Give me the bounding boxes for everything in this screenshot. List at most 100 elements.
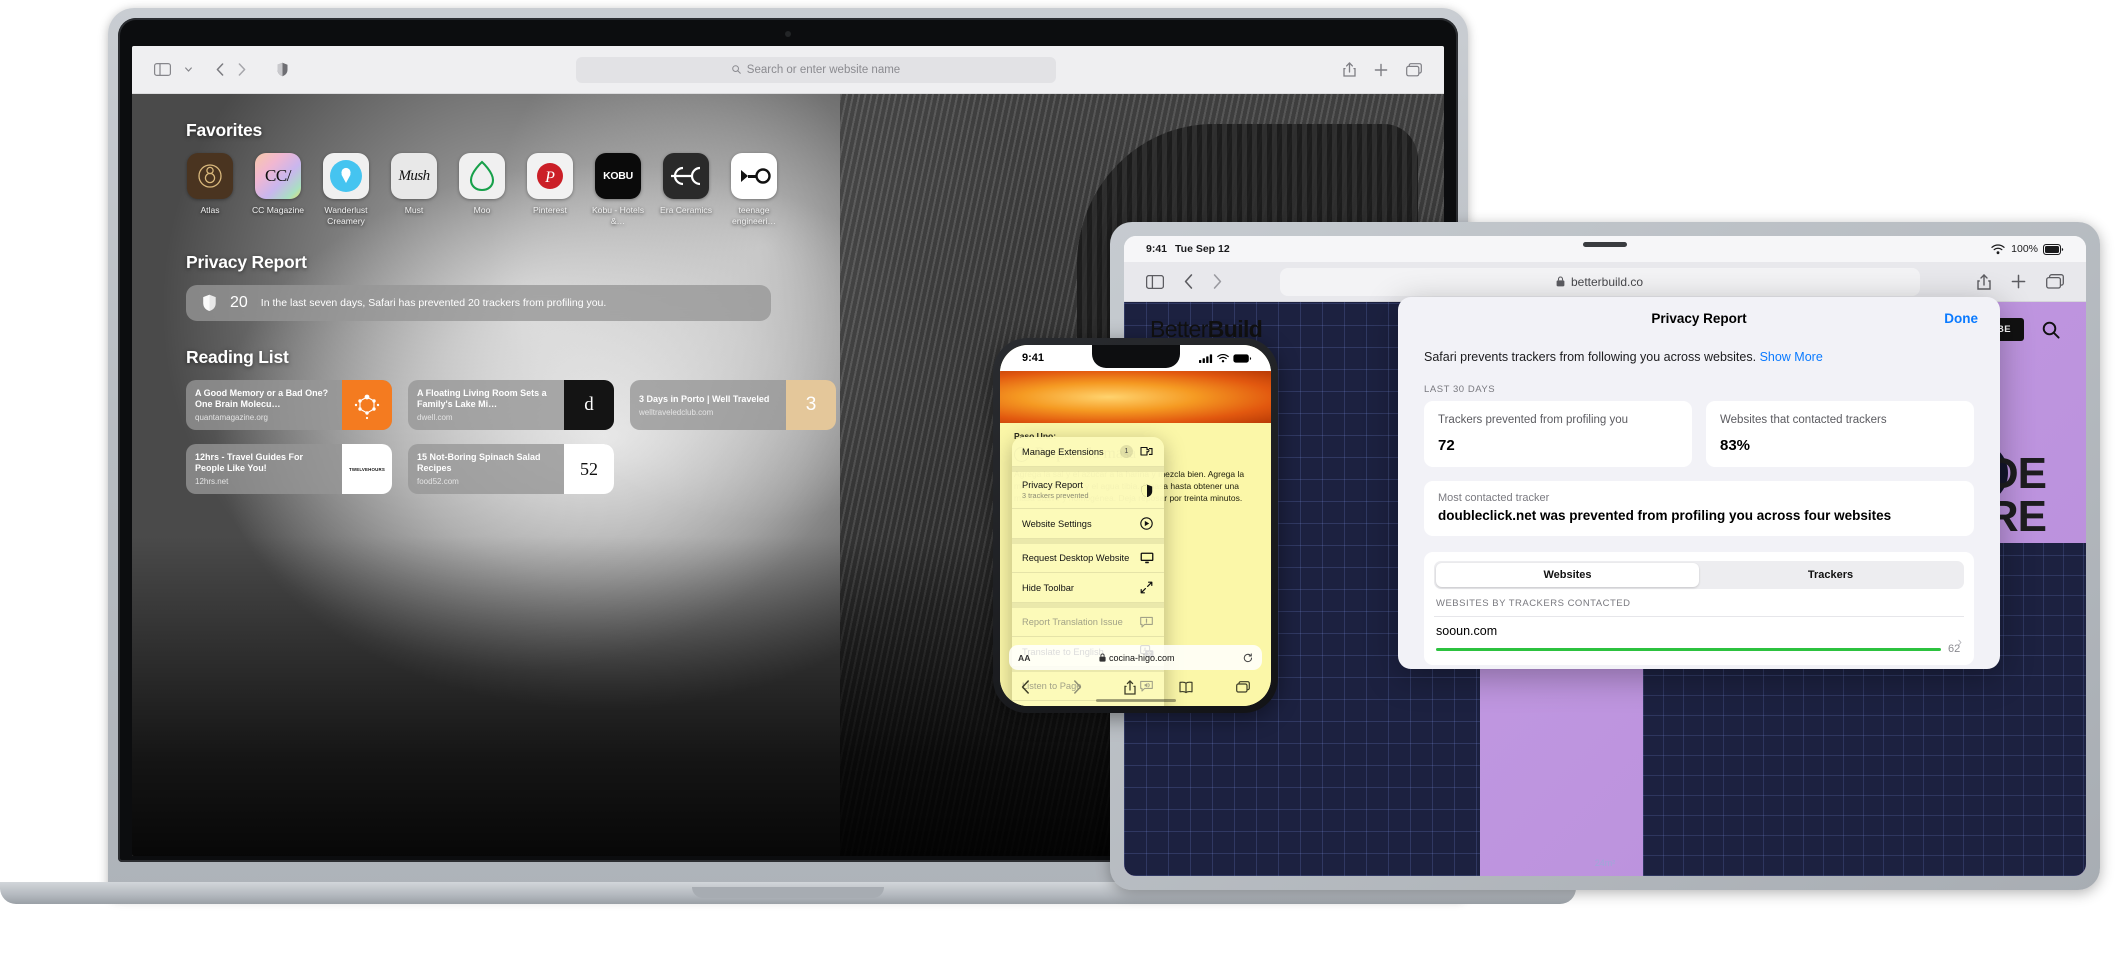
segment-trackers[interactable]: Trackers [1699, 563, 1962, 587]
reading-list-title: 3 Days in Porto | Well Traveled [639, 393, 770, 404]
plus-icon[interactable] [1374, 63, 1388, 77]
kobu-logo-icon: KOBU [595, 153, 641, 199]
ipad-status-bar: 9:41 Tue Sep 12 100% [1124, 236, 2086, 262]
privacy-report-intro: Safari prevents trackers from following … [1398, 339, 2000, 370]
favorite-item-cc-magazine[interactable]: CC/ CC Magazine [252, 153, 304, 226]
share-icon[interactable] [1343, 62, 1356, 77]
report-issue-bubble-icon [1139, 616, 1154, 628]
menu-item-hide-toolbar[interactable]: Hide Toolbar [1012, 573, 1164, 603]
tracker-row-bar [1436, 647, 1941, 651]
reload-icon[interactable] [1243, 652, 1253, 663]
show-more-link[interactable]: Show More [1760, 350, 1823, 364]
tab-overview-icon[interactable] [1235, 680, 1250, 694]
sheet-title: Privacy Report [1651, 310, 1747, 326]
twelvehours-thumb: TWELVEHOURS [342, 444, 392, 494]
tab-overview-icon[interactable] [2046, 274, 2064, 289]
share-icon[interactable] [1977, 273, 1991, 290]
back-button[interactable] [216, 63, 224, 76]
battery-full-icon [2043, 243, 2064, 255]
sidebar-icon[interactable] [1146, 274, 1164, 289]
menu-item-website-settings[interactable]: Website Settings [1012, 509, 1164, 539]
tab-overview-icon[interactable] [1406, 62, 1422, 77]
tracker-row-name: sooun.com [1436, 624, 1498, 638]
reading-list-title: A Floating Living Room Sets a Family's L… [417, 388, 547, 409]
menu-item-label: Manage Extensions [1022, 446, 1104, 457]
favorites-row: Atlas CC/ CC Magazine Wanderlust Creamer… [186, 153, 1390, 226]
lock-icon [1556, 276, 1565, 287]
favorites-heading: Favorites [186, 120, 263, 140]
stat-label: Websites that contacted trackers [1720, 414, 1887, 426]
reading-list-item[interactable]: 15 Not-Boring Spinach Salad Recipes food… [408, 444, 614, 494]
battery-full-icon [1233, 353, 1252, 363]
menu-item-privacy-report[interactable]: Privacy Report 3 trackers prevented [1012, 472, 1164, 509]
search-icon [732, 65, 741, 74]
blueprint-caption: 24m² [1594, 858, 1616, 868]
reading-list-source: food52.com [417, 477, 459, 486]
menu-item-manage-extensions[interactable]: Manage Extensions 1 [1012, 437, 1164, 467]
plus-icon[interactable] [2011, 274, 2026, 289]
text-size-button[interactable]: AA [1018, 653, 1030, 663]
welltraveled-3-thumb: 3 [786, 380, 836, 430]
mac-safari-toolbar: Search or enter website name [132, 46, 1444, 94]
stat-label: Trackers prevented from profiling you [1438, 414, 1629, 426]
menu-item-request-desktop-website[interactable]: Request Desktop Website [1012, 544, 1164, 573]
search-icon[interactable] [2042, 321, 2060, 339]
reading-list-source: 12hrs.net [195, 477, 229, 486]
reading-list-item[interactable]: 3 Days in Porto | Well Traveled welltrav… [630, 380, 836, 430]
chevron-down-icon[interactable] [185, 67, 192, 72]
back-button[interactable] [1021, 680, 1030, 694]
mac-address-bar[interactable]: Search or enter website name [576, 56, 1056, 83]
svg-text:P: P [544, 169, 555, 186]
menu-item-label: Website Settings [1022, 518, 1092, 529]
favorite-item-must[interactable]: Mush Must [390, 153, 438, 226]
reading-list-title: 12hrs - Travel Guides For People Like Yo… [195, 452, 304, 473]
forward-button[interactable] [1073, 680, 1082, 694]
favorite-item-moo[interactable]: Moo [458, 153, 506, 226]
extensions-badge: 1 [1120, 445, 1133, 458]
privacy-shield-icon[interactable] [276, 62, 289, 77]
desktop-monitor-icon [1139, 552, 1154, 564]
done-button[interactable]: Done [1944, 311, 1978, 326]
ipad-address-bar[interactable]: betterbuild.co [1279, 267, 1920, 296]
mac-privacy-report-card[interactable]: 20 In the last seven days, Safari has pr… [186, 285, 771, 321]
cc-magazine-logo-icon: CC/ [255, 153, 301, 199]
forward-button[interactable] [238, 63, 246, 76]
share-icon[interactable] [1124, 679, 1137, 695]
favorite-item-teenage-engineering[interactable]: teenage engineeri… [730, 153, 778, 226]
reading-list-item[interactable]: A Good Memory or a Bad One? One Brain Mo… [186, 380, 392, 430]
favorite-item-pinterest[interactable]: P Pinterest [526, 153, 574, 226]
favorite-item-era-ceramics[interactable]: Era Ceramics [660, 153, 712, 226]
segment-websites[interactable]: Websites [1436, 563, 1699, 587]
iphone-address-bar[interactable]: AA cocina-higo.com [1009, 645, 1262, 670]
iphone-tab-bar [1000, 672, 1271, 702]
wifi-icon [1991, 243, 2005, 255]
menu-item-report-translation-issue[interactable]: Report Translation Issue [1012, 608, 1164, 637]
reading-list-source: quantamagazine.org [195, 413, 268, 422]
favorite-item-kobu[interactable]: KOBU Kobu - Hotels &… [592, 153, 644, 226]
ipad-status-time: 9:41 [1146, 243, 1168, 255]
reading-list-item[interactable]: A Floating Living Room Sets a Family's L… [408, 380, 614, 430]
favorite-label: teenage engineeri… [732, 205, 776, 226]
reading-list-item[interactable]: 12hrs - Travel Guides For People Like Yo… [186, 444, 392, 494]
menu-item-sublabel: 3 trackers prevented [1022, 491, 1089, 500]
sidebar-icon[interactable] [154, 63, 171, 76]
book-icon[interactable] [1179, 681, 1193, 694]
atlas-logo-icon [187, 153, 233, 199]
favorite-item-atlas[interactable]: Atlas [186, 153, 234, 226]
favorite-item-wanderlust-creamery[interactable]: Wanderlust Creamery [322, 153, 370, 226]
reading-list-title: A Good Memory or a Bad One? One Brain Mo… [195, 388, 329, 409]
stat-value: 72 [1438, 437, 1455, 454]
iphone-url: cocina-higo.com [1036, 653, 1237, 663]
last-30-days-label: LAST 30 DAYS [1424, 384, 1496, 395]
tracker-list-row[interactable]: sooun.com 62 › [1434, 617, 1964, 663]
reading-list-title: 15 Not-Boring Spinach Salad Recipes [417, 452, 541, 473]
iphone-status-time: 9:41 [1022, 352, 1045, 364]
privacy-report-sheet-header: Privacy Report Done [1398, 297, 2000, 339]
ipad-camera-icon [1583, 242, 1627, 247]
segmented-control: Websites Trackers [1434, 561, 1964, 589]
forward-button[interactable] [1213, 274, 1222, 289]
reading-list-source: dwell.com [417, 413, 453, 422]
iphone-notch [1091, 345, 1180, 368]
lock-icon [1099, 653, 1106, 662]
back-button[interactable] [1184, 274, 1193, 289]
